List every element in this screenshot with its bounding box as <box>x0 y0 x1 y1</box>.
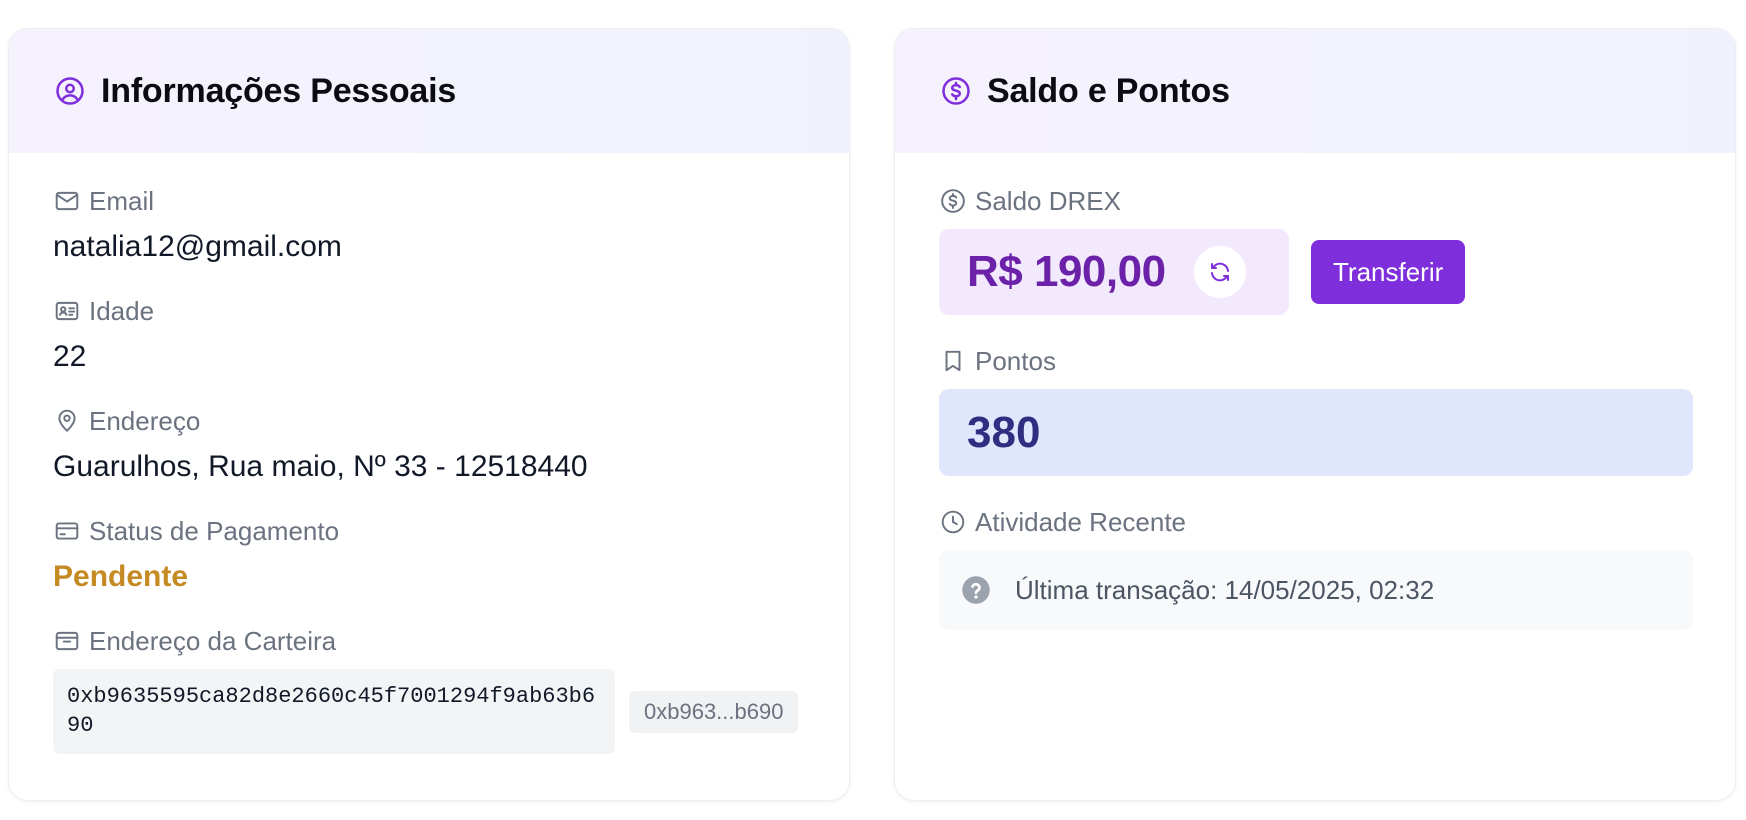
user-circle-icon <box>53 74 87 108</box>
payment-status-label: Status de Pagamento <box>89 515 340 546</box>
email-value: natalia12@gmail.com <box>53 230 342 263</box>
email-label: Email <box>89 185 155 216</box>
balance-points-card: Saldo e Pontos Saldo DREX R$ 190,00 Tran… <box>894 28 1736 801</box>
transfer-button[interactable]: Transferir <box>1311 240 1466 304</box>
drex-balance-value: R$ 190,00 <box>967 247 1166 296</box>
balance-points-title: Saldo e Pontos <box>987 71 1230 110</box>
personal-info-card: Informações Pessoais Email natalia12@gma… <box>8 28 850 801</box>
age-label: Idade <box>89 295 155 326</box>
wallet-address-short[interactable]: 0xb963...b690 <box>629 690 799 733</box>
mail-icon <box>53 187 81 215</box>
drex-balance-label: Saldo DREX <box>975 185 1121 216</box>
dollar-circle-icon <box>939 187 967 215</box>
drex-balance-field: Saldo DREX R$ 190,00 Transferir <box>939 185 1691 315</box>
wallet-field: Endereço da Carteira 0xb9635595ca82d8e26… <box>53 625 805 754</box>
wallet-address-full[interactable]: 0xb9635595ca82d8e2660c45f7001294f9ab63b6… <box>53 669 615 754</box>
recent-activity-label: Atividade Recente <box>975 506 1187 537</box>
payment-status-value: Pendente <box>53 560 189 593</box>
personal-info-header: Informações Pessoais <box>9 29 849 153</box>
drex-balance-box: R$ 190,00 <box>939 229 1289 315</box>
credit-card-icon <box>53 517 81 545</box>
bookmark-icon <box>939 347 967 375</box>
map-pin-icon <box>53 407 81 435</box>
personal-info-title: Informações Pessoais <box>101 71 457 110</box>
email-field: Email natalia12@gmail.com <box>53 185 805 265</box>
recent-activity-field: Atividade Recente Última transação: 14/0… <box>939 506 1693 630</box>
wallet-label: Endereço da Carteira <box>89 625 337 656</box>
refresh-balance-button[interactable] <box>1193 246 1246 298</box>
age-field: Idade 22 <box>53 295 805 375</box>
points-label: Pontos <box>975 345 1056 376</box>
payment-status-field: Status de Pagamento Pendente <box>53 515 805 595</box>
points-field: Pontos 380 <box>939 345 1693 476</box>
points-box: 380 <box>939 389 1693 476</box>
recent-activity-box: Última transação: 14/05/2025, 02:32 <box>939 550 1693 630</box>
address-field: Endereço Guarulhos, Rua maio, Nº 33 - 12… <box>53 405 805 485</box>
balance-points-header: Saldo e Pontos <box>895 29 1735 153</box>
refresh-icon <box>1208 260 1232 284</box>
address-value: Guarulhos, Rua maio, Nº 33 - 12518440 <box>53 450 588 483</box>
age-value: 22 <box>53 340 87 373</box>
question-circle-icon <box>961 575 991 605</box>
dollar-circle-icon <box>939 74 973 108</box>
id-card-icon <box>53 297 81 325</box>
wallet-icon <box>53 627 81 655</box>
address-label: Endereço <box>89 405 201 436</box>
points-value: 380 <box>967 407 1041 457</box>
clock-icon <box>939 508 967 536</box>
recent-activity-text: Última transação: 14/05/2025, 02:32 <box>1015 574 1435 605</box>
